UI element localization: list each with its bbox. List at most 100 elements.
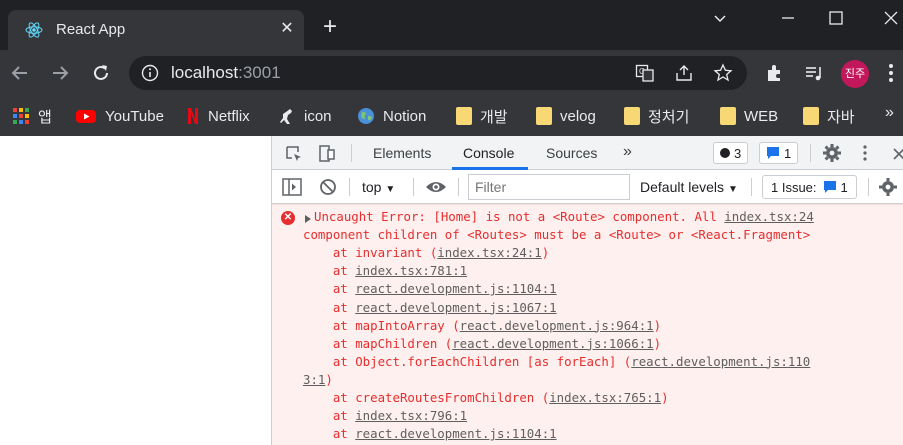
log-levels-select[interactable]: Default levels ▼ [640, 179, 738, 195]
tab-strip: React App ✕ + [0, 0, 903, 50]
more-menu-icon[interactable] [886, 62, 896, 84]
reload-icon[interactable] [89, 61, 113, 85]
kangaroo-icon [280, 109, 292, 124]
netflix-icon [188, 108, 198, 124]
console-output: ✕ Uncaught Error: [Home] is not a <Route… [272, 204, 903, 445]
bookmark-folder-dev[interactable]: 개발 [456, 104, 508, 128]
stack-frame-link[interactable]: 3:1 [303, 372, 325, 387]
stack-frame-link[interactable]: react.development.js:1066:1 [452, 336, 653, 351]
console-filter-input[interactable] [468, 174, 630, 200]
sidebar-toggle-icon[interactable] [282, 178, 302, 196]
message-count-badge[interactable]: 1 [759, 142, 799, 164]
back-arrow-icon[interactable] [8, 61, 32, 85]
issue-icon [823, 181, 836, 193]
youtube-icon [76, 110, 96, 123]
bookmark-star-icon[interactable] [713, 63, 733, 83]
media-control-icon[interactable] [804, 63, 824, 83]
stack-frame-text: ) [653, 317, 662, 333]
folder-icon [803, 107, 819, 125]
error-text: component children of <Routes> must be a… [303, 227, 811, 243]
expand-triangle-icon[interactable] [305, 215, 311, 223]
more-tabs-button[interactable]: » [623, 143, 632, 161]
bookmark-label: 자바 [827, 108, 855, 126]
issues-badge[interactable]: 1 Issue: 1 [762, 175, 857, 199]
bookmark-label: 앱 [38, 108, 52, 126]
close-window-icon[interactable] [879, 6, 903, 30]
bookmark-apps[interactable]: 앱 [12, 104, 52, 128]
bookmark-icon[interactable]: icon [278, 104, 332, 128]
stack-frame-link[interactable]: react.development.js:1067:1 [355, 300, 556, 315]
new-tab-button[interactable]: + [318, 15, 342, 40]
bookmark-label: 개발 [480, 108, 508, 126]
bookmark-label: WEB [744, 107, 779, 125]
stack-frame-link[interactable]: react.development.js:1104:1 [355, 426, 556, 441]
address-bar[interactable]: localhost:3001 G [129, 56, 747, 90]
error-count-badge[interactable]: 3 [713, 142, 749, 164]
separator [751, 178, 752, 196]
message-icon [767, 147, 779, 159]
url-text[interactable]: localhost:3001 [171, 63, 281, 83]
maximize-icon[interactable] [824, 6, 848, 30]
clear-console-icon[interactable] [319, 178, 337, 196]
info-icon[interactable] [141, 64, 159, 82]
forward-arrow-icon[interactable] [48, 61, 72, 85]
stack-frame-text: at [303, 263, 356, 279]
console-toolbar: top ▼ Default levels ▼ 1 Issue: 1 [272, 170, 903, 204]
device-toolbar-icon[interactable] [317, 143, 337, 163]
console-settings-gear-icon[interactable] [878, 177, 898, 197]
console-line: at createRoutesFromChildren (index.tsx:7… [303, 390, 669, 405]
bookmark-folder-java[interactable]: 자바 [803, 104, 855, 128]
stack-frame-link[interactable]: index.tsx:24:1 [437, 245, 541, 260]
tab-close-icon[interactable]: ✕ [276, 18, 298, 40]
share-icon[interactable] [674, 63, 694, 83]
stack-frame-link[interactable]: index.tsx:781:1 [355, 263, 467, 278]
bookmark-folder-velog[interactable]: velog [536, 104, 596, 128]
console-line: at index.tsx:781:1 [303, 263, 467, 278]
error-icon: ✕ [281, 211, 295, 225]
settings-gear-icon[interactable] [822, 143, 842, 163]
message-count: 1 [784, 145, 792, 161]
inspect-element-icon[interactable] [284, 144, 304, 164]
translate-icon[interactable]: G [635, 63, 655, 83]
bookmark-folder-web[interactable]: WEB [720, 104, 778, 128]
bookmark-label: velog [560, 107, 596, 125]
close-devtools-icon[interactable] [892, 146, 903, 160]
browser-toolbar: localhost:3001 G 진주 [0, 50, 903, 96]
context-select[interactable]: top ▼ [362, 179, 395, 195]
bookmark-label: Notion [383, 107, 427, 125]
stack-frame-link[interactable]: react.development.js:110 [631, 354, 810, 369]
folder-icon [536, 107, 552, 125]
bookmark-notion[interactable]: Notion [357, 104, 426, 128]
bookmark-netflix[interactable]: Netflix [186, 104, 250, 128]
react-logo-icon [25, 22, 43, 38]
devtools-menu-icon[interactable] [862, 144, 868, 162]
bookmark-label: Netflix [208, 107, 250, 125]
stack-frame-text: at [303, 299, 356, 315]
bookmark-folder-cert[interactable]: 정처기 [624, 104, 689, 128]
source-link[interactable]: index.tsx:24 [724, 209, 814, 224]
tab-console[interactable]: Console [463, 145, 514, 161]
profile-avatar[interactable]: 진주 [841, 60, 869, 88]
browser-tab[interactable]: React App ✕ [8, 10, 304, 50]
bookmark-youtube[interactable]: YouTube [75, 104, 164, 128]
minimize-icon[interactable] [776, 6, 800, 30]
tab-search-icon[interactable] [708, 6, 732, 30]
console-line: at index.tsx:796:1 [303, 408, 467, 423]
separator [868, 178, 869, 196]
stack-frame-link[interactable]: react.development.js:964:1 [460, 318, 654, 333]
stack-frame-text: ) [661, 390, 669, 405]
devtools-panel: Elements Console Sources » 3 1 top ▼ Def… [271, 136, 903, 445]
stack-frame-text: at [303, 281, 356, 297]
live-expression-eye-icon[interactable] [425, 179, 447, 195]
bookmarks-overflow-button[interactable]: » [885, 104, 894, 122]
console-line: at Object.forEachChildren [as forEach] (… [303, 354, 810, 369]
stack-frame-link[interactable]: react.development.js:1104:1 [355, 281, 556, 296]
url-port: :3001 [238, 63, 281, 82]
extensions-icon[interactable] [764, 63, 784, 83]
stack-frame-link[interactable]: index.tsx:765:1 [549, 390, 661, 405]
stack-frame-link[interactable]: index.tsx:796:1 [355, 408, 467, 423]
tab-sources[interactable]: Sources [546, 145, 597, 161]
error-dot-icon [720, 148, 730, 158]
tab-elements[interactable]: Elements [373, 145, 431, 161]
devtools-tabbar: Elements Console Sources » 3 1 [272, 136, 903, 170]
